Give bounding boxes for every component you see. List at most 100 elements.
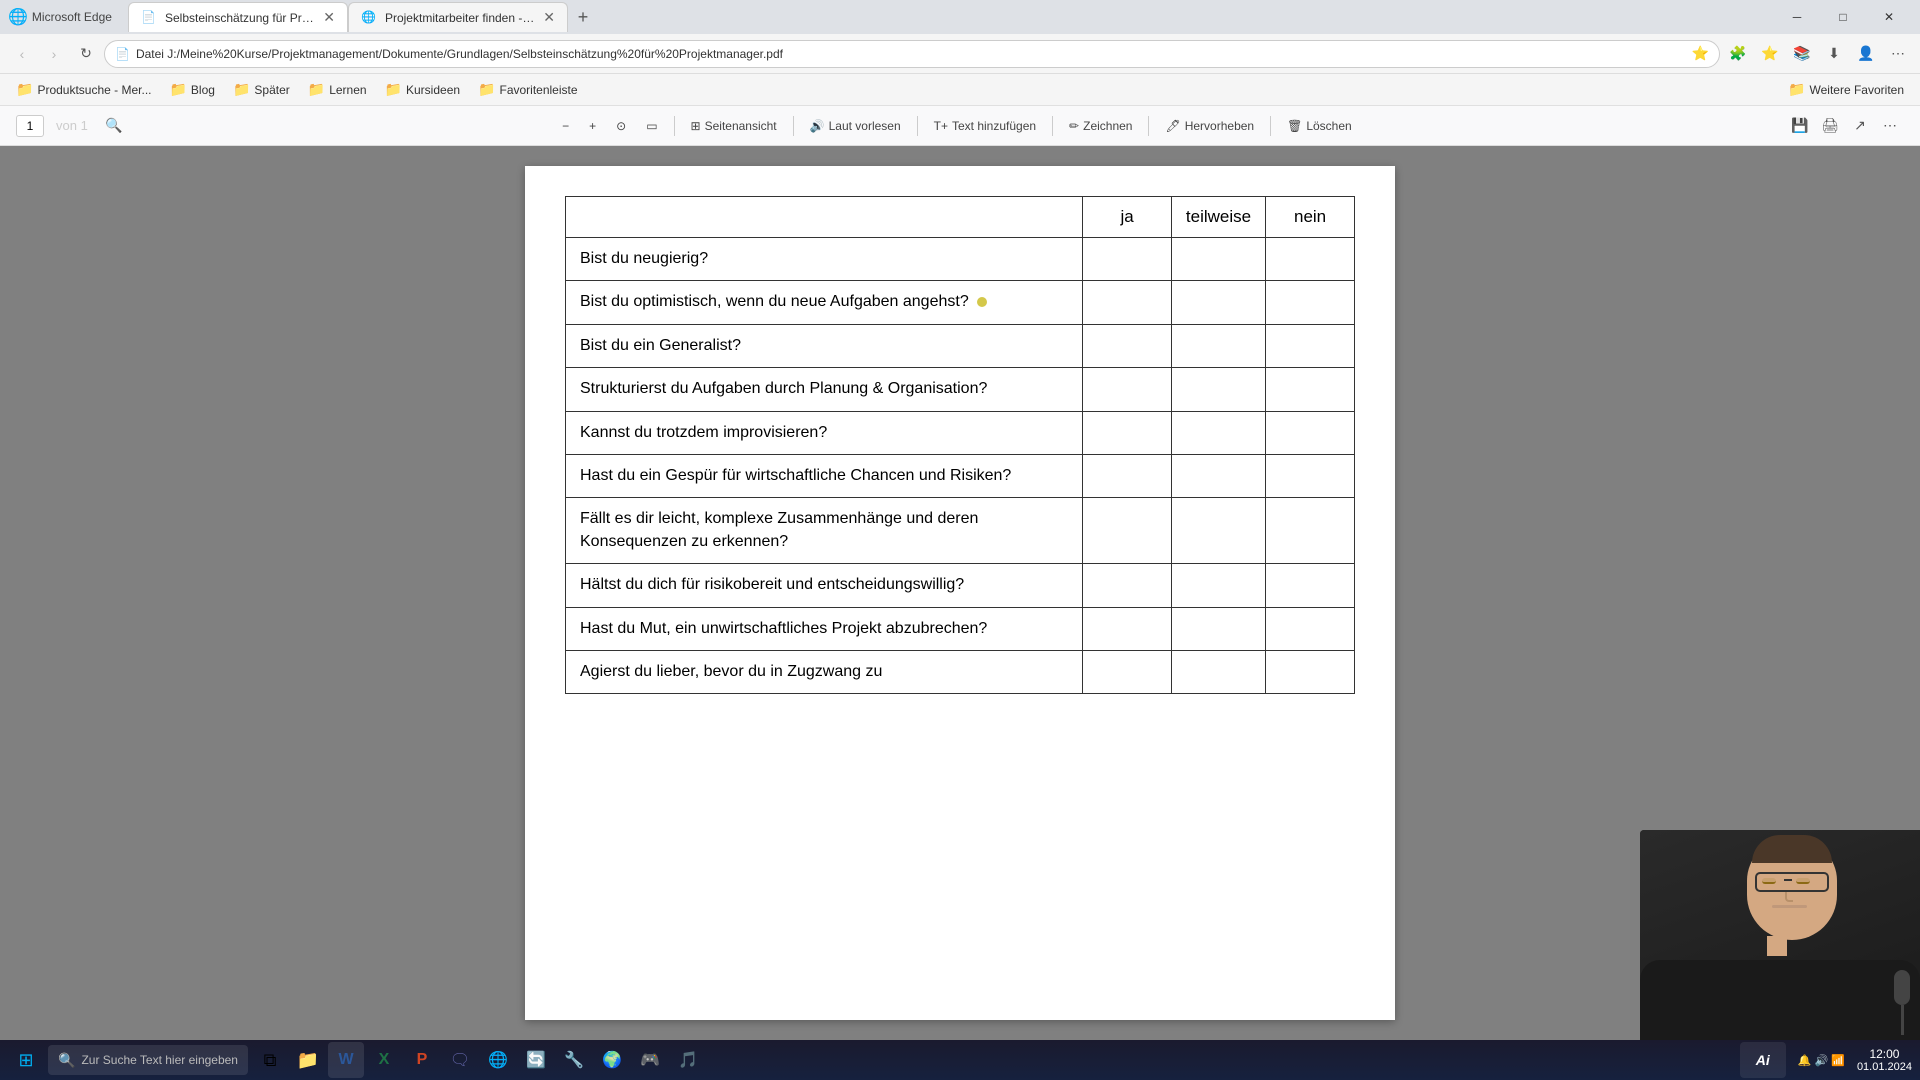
taskbar-word[interactable]: W (328, 1042, 364, 1078)
answer-ja-8 (1083, 564, 1172, 607)
zoom-in-button[interactable]: + (581, 115, 604, 137)
pdf-content-area: ja teilweise nein Bist du neugierig? Bis… (0, 146, 1920, 1040)
close-button[interactable]: ✕ (1866, 2, 1912, 32)
tab-1[interactable]: 📄 Selbsteinschätzung für Projektm... ✕ (128, 2, 348, 32)
question-8: Hältst du dich für risikobereit und ents… (566, 564, 1083, 607)
loeschen-button[interactable]: 🗑 Löschen (1279, 115, 1360, 137)
teams-icon: 🗨 (450, 1050, 470, 1070)
taskbar-app8[interactable]: 🔧 (556, 1042, 592, 1078)
laut-vorlesen-button[interactable]: 🔊 Laut vorlesen (802, 115, 909, 137)
answer-nein-4 (1266, 368, 1355, 411)
zoom-out-icon: − (562, 119, 569, 133)
view-button[interactable]: ▭ (638, 115, 665, 137)
pdf-search-button[interactable]: 🔍 (100, 112, 128, 140)
taskbar-excel[interactable]: X (366, 1042, 402, 1078)
taskbar-file-explorer[interactable]: 📁 (290, 1042, 326, 1078)
nav-icons: 🧩 ⭐ 📚 ⬇ 👤 ⋯ (1724, 40, 1912, 68)
seitenansicht-button[interactable]: ⊞ Seitenansicht (683, 115, 785, 137)
profile-button[interactable]: 👤 (1852, 40, 1880, 68)
bookmark-favoritenleiste[interactable]: 📁 Favoritenleiste (470, 78, 585, 101)
file-explorer-icon: 📁 (297, 1050, 319, 1071)
taskbar-refresh[interactable]: 🔄 (518, 1042, 554, 1078)
folder-icon: 📁 (233, 81, 250, 98)
app9-icon: 🌍 (602, 1050, 622, 1070)
toolbar-divider (674, 116, 675, 136)
taskbar-app10[interactable]: 🎮 (632, 1042, 668, 1078)
taskbar-system-tray: 🔔 🔊 📶 (1790, 1054, 1853, 1067)
taskbar-app9[interactable]: 🌍 (594, 1042, 630, 1078)
taskbar-teams[interactable]: 🗨 (442, 1042, 478, 1078)
folder-icon: 📁 (308, 81, 325, 98)
taskbar-task-view[interactable]: ⧉ (252, 1042, 288, 1078)
start-button[interactable]: ⊞ (8, 1042, 44, 1078)
table-row: Kannst du trotzdem improvisieren? (566, 411, 1355, 454)
new-tab-button[interactable]: + (568, 2, 598, 32)
bookmark-lernen[interactable]: 📁 Lernen (300, 78, 375, 101)
ai-button[interactable]: Ai (1740, 1042, 1786, 1078)
taskbar-spotify[interactable]: 🎵 (670, 1042, 706, 1078)
title-bar: 🌐 Microsoft Edge 📄 Selbsteinschätzung fü… (0, 0, 1920, 34)
answer-nein-5 (1266, 411, 1355, 454)
extensions-button[interactable]: 🧩 (1724, 40, 1752, 68)
app10-icon: 🎮 (640, 1050, 660, 1070)
question-1: Bist du neugierig? (566, 238, 1083, 281)
table-row: Strukturierst du Aufgaben durch Planung … (566, 368, 1355, 411)
favorites-button[interactable]: ⭐ (1756, 40, 1784, 68)
answer-teilweise-8 (1171, 564, 1265, 607)
fit-page-button[interactable]: ⊙ (608, 115, 634, 137)
taskbar-date-display: 01.01.2024 (1857, 1061, 1912, 1073)
tab-1-favicon: 📄 (141, 10, 157, 26)
forward-button[interactable]: › (40, 40, 68, 68)
bookmark-produktsuche[interactable]: 📁 Produktsuche - Mer... (8, 78, 159, 101)
laut-vorlesen-label: Laut vorlesen (829, 119, 901, 133)
taskbar-powerpoint[interactable]: P (404, 1042, 440, 1078)
collections-button[interactable]: 📚 (1788, 40, 1816, 68)
tab-bar: 📄 Selbsteinschätzung für Projektm... ✕ 🌐… (128, 2, 1766, 32)
print-button[interactable]: 🖨 (1816, 112, 1844, 140)
bookmark-kursideen[interactable]: 📁 Kursideen (377, 78, 468, 101)
loeschen-label: Löschen (1306, 119, 1351, 133)
settings-button[interactable]: ⋯ (1884, 40, 1912, 68)
pdf-toolbar: von 1 🔍 − + ⊙ ▭ ⊞ Seitenansicht 🔊 Laut v… (0, 106, 1920, 146)
text-add-icon: T+ (934, 119, 948, 133)
share-button[interactable]: ↗ (1846, 112, 1874, 140)
answer-nein-6 (1266, 454, 1355, 497)
head-shape (1747, 840, 1837, 940)
tab-2-title: Projektmitarbeiter finden - was ... (385, 11, 535, 25)
folder-icon: 📁 (385, 81, 402, 98)
bookmark-spaeter[interactable]: 📁 Später (225, 78, 298, 101)
tab-2-close[interactable]: ✕ (543, 9, 555, 26)
question-5: Kannst du trotzdem improvisieren? (566, 411, 1083, 454)
taskbar-search[interactable]: 🔍 Zur Suche Text hier eingeben (48, 1045, 248, 1075)
text-hinzufuegen-label: Text hinzufügen (952, 119, 1036, 133)
highlight-icon: 🖊 (1165, 119, 1180, 133)
pdf-toolbar-right: 💾 🖨 ↗ ⋯ (1786, 112, 1904, 140)
answer-ja-5 (1083, 411, 1172, 454)
address-bar[interactable]: 📄 Datei J:/Meine%20Kurse/Projektmanageme… (104, 40, 1720, 68)
more-tools-button[interactable]: ⋯ (1876, 112, 1904, 140)
downloads-button[interactable]: ⬇ (1820, 40, 1848, 68)
maximize-button[interactable]: □ (1820, 2, 1866, 32)
tab-2-favicon: 🌐 (361, 10, 377, 26)
taskbar-edge[interactable]: 🌐 (480, 1042, 516, 1078)
bookmark-blog[interactable]: 📁 Blog (161, 78, 222, 101)
table-row: Bist du ein Generalist? (566, 324, 1355, 367)
excel-icon: X (379, 1051, 390, 1069)
tab-1-close[interactable]: ✕ (323, 9, 335, 26)
page-sep: von 1 (56, 118, 88, 133)
refresh-button[interactable]: ↻ (72, 40, 100, 68)
hervorheben-button[interactable]: 🖊 Hervorheben (1157, 115, 1262, 137)
zeichnen-button[interactable]: ✏ Zeichnen (1061, 115, 1140, 137)
text-hinzufuegen-button[interactable]: T+ Text hinzufügen (926, 115, 1044, 137)
minimize-button[interactable]: ─ (1774, 2, 1820, 32)
question-9: Hast du Mut, ein unwirtschaftliches Proj… (566, 607, 1083, 650)
bookmark-weitere[interactable]: 📁 Weitere Favoriten (1780, 78, 1912, 101)
tab-2[interactable]: 🌐 Projektmitarbeiter finden - was ... ✕ (348, 2, 568, 32)
back-button[interactable]: ‹ (8, 40, 36, 68)
answer-ja-4 (1083, 368, 1172, 411)
webcam-overlay (1640, 830, 1920, 1040)
page-number-input[interactable] (16, 115, 44, 137)
zoom-out-button[interactable]: − (554, 115, 577, 137)
taskbar-clock[interactable]: 12:00 01.01.2024 (1857, 1047, 1912, 1073)
save-pdf-button[interactable]: 💾 (1786, 112, 1814, 140)
